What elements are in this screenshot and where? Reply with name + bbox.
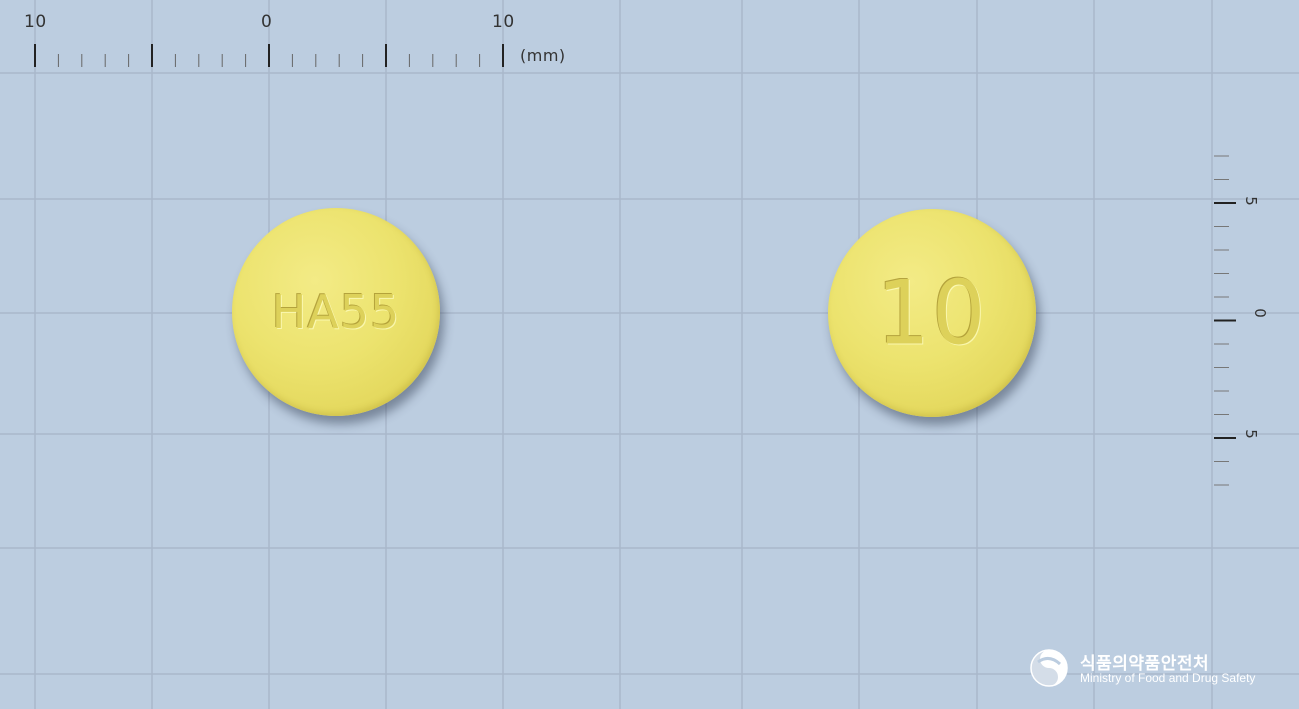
top-ruler-unit: (mm) <box>520 46 566 65</box>
top-ruler-label-right: 10 <box>492 12 515 32</box>
pill-photo-stage: 10 0 10 (mm) 5 0 5 HA55 10 식품의약품안전처 Mini… <box>0 0 1299 709</box>
pill-back-imprint: 10 <box>876 261 988 365</box>
side-ruler-label-bottom: 5 <box>1242 429 1260 439</box>
pill-front-imprint: HA55 <box>271 285 401 339</box>
mfds-logo: 식품의약품안전처 Ministry of Food and Drug Safet… <box>1029 646 1269 690</box>
pill-back: 10 <box>828 209 1036 417</box>
pill-front: HA55 <box>232 208 440 416</box>
top-ruler-label-left: 10 <box>24 12 47 32</box>
taeguk-emblem-icon <box>1030 649 1068 687</box>
logo-english-name: Ministry of Food and Drug Safety <box>1080 671 1256 685</box>
side-ruler-label-top: 5 <box>1242 196 1260 206</box>
measurement-grid <box>0 0 1299 709</box>
side-ruler-label-center: 0 <box>1251 308 1269 318</box>
top-ruler-label-center: 0 <box>261 12 273 32</box>
